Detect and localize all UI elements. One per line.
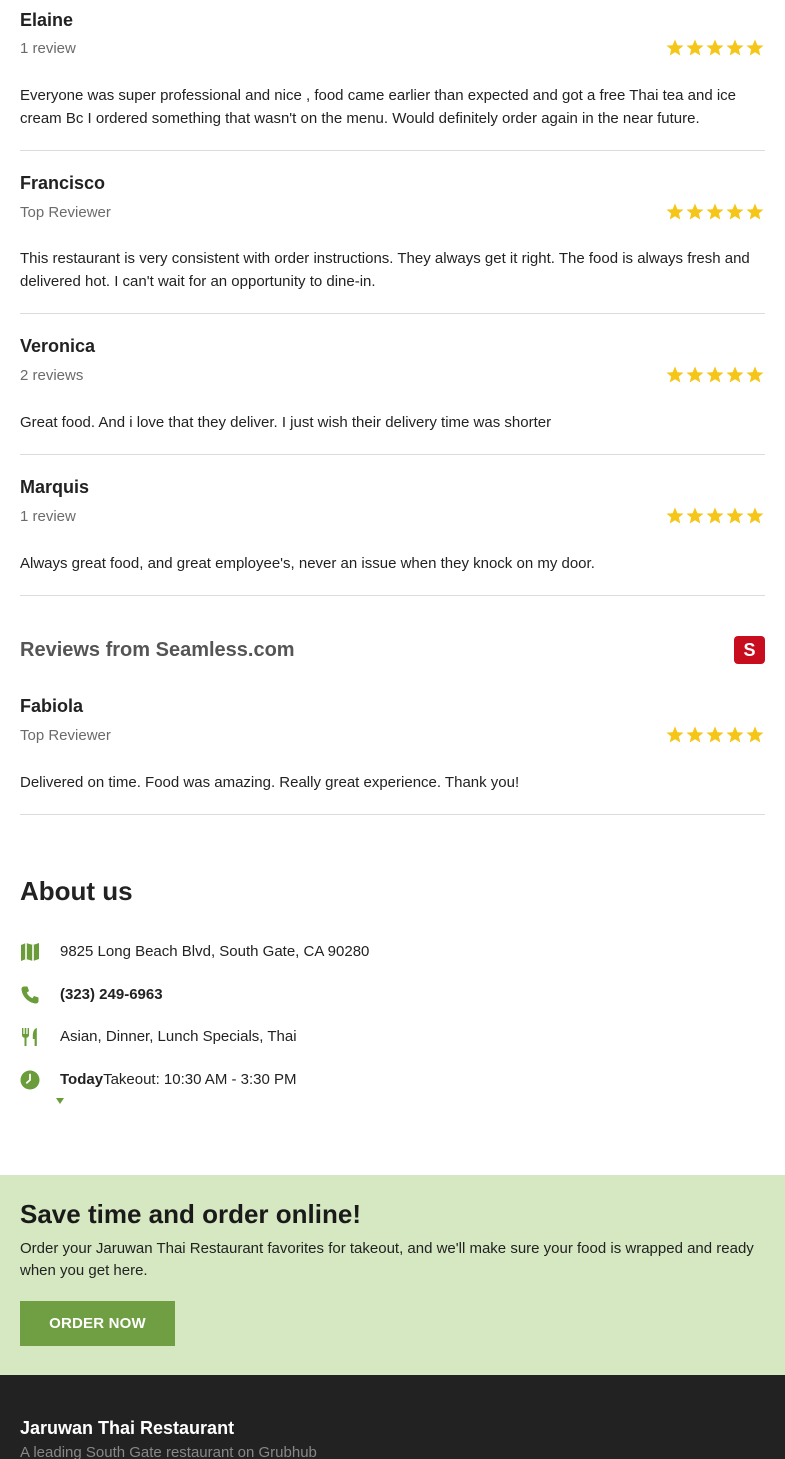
review-card: Elaine 1 review Everyone was super profe… xyxy=(20,0,765,151)
rating-stars xyxy=(665,506,765,526)
phone-row[interactable]: (323) 249-6963 xyxy=(20,985,163,1005)
star-icon xyxy=(746,366,764,383)
star-icon xyxy=(726,366,744,383)
reviewer-meta: Top Reviewer xyxy=(20,204,111,221)
address-text: 9825 Long Beach Blvd, South Gate, CA 902… xyxy=(60,943,370,960)
star-icon xyxy=(686,507,704,524)
review-text: Always great food, and great employee's,… xyxy=(20,555,595,572)
star-icon xyxy=(706,366,724,383)
star-icon xyxy=(666,507,684,524)
phone-link[interactable]: (323) 249-6963 xyxy=(60,986,163,1003)
map-icon xyxy=(21,943,39,961)
star-icon xyxy=(706,726,724,743)
cuisine-text: Asian, Dinner, Lunch Specials, Thai xyxy=(60,1028,297,1045)
star-icon xyxy=(726,39,744,56)
clock-icon xyxy=(20,1070,40,1090)
seamless-reviews-title: Reviews from Seamless.com xyxy=(20,639,295,661)
reviewer-name: Francisco xyxy=(20,173,106,193)
footer: Jaruwan Thai Restaurant A leading South … xyxy=(0,1375,785,1459)
seamless-reviews-header: Reviews from Seamless.com S xyxy=(20,630,765,670)
rating-stars xyxy=(665,202,765,222)
star-icon xyxy=(726,507,744,524)
star-icon xyxy=(746,507,764,524)
phone-icon xyxy=(21,986,39,1004)
cta-heading: Save time and order online! xyxy=(20,1199,361,1229)
reviewer-meta: 1 review xyxy=(20,40,76,57)
star-icon xyxy=(666,366,684,383)
seamless-logo-icon: S xyxy=(734,636,765,664)
footer-tagline: A leading South Gate restaurant on Grubh… xyxy=(20,1444,317,1459)
hours-text: TodayTakeout: 10:30 AM - 3:30 PM xyxy=(60,1071,297,1088)
hours-row[interactable]: TodayTakeout: 10:30 AM - 3:30 PM xyxy=(20,1070,297,1090)
review-card: Veronica 2 reviews Great food. And i lov… xyxy=(20,314,765,455)
star-icon xyxy=(726,726,744,743)
hours-value: Takeout: 10:30 AM - 3:30 PM xyxy=(103,1071,297,1088)
hours-expand-caret-icon[interactable] xyxy=(56,1098,64,1104)
hours-day-label: Today xyxy=(60,1071,104,1088)
review-card: Francisco Top Reviewer This restaurant i… xyxy=(20,151,765,314)
review-text: Great food. And i love that they deliver… xyxy=(20,414,552,431)
reviewer-name: Fabiola xyxy=(20,696,84,716)
address-row[interactable]: 9825 Long Beach Blvd, South Gate, CA 902… xyxy=(20,942,369,962)
order-online-banner: Save time and order online! Order your J… xyxy=(0,1175,785,1375)
star-icon xyxy=(666,39,684,56)
reviewer-name: Marquis xyxy=(20,477,90,497)
footer-restaurant-name: Jaruwan Thai Restaurant xyxy=(20,1418,235,1438)
star-icon xyxy=(666,203,684,220)
cta-text: Order your Jaruwan Thai Restaurant favor… xyxy=(20,1240,754,1279)
reviews-list: Elaine 1 review Everyone was super profe… xyxy=(0,0,785,596)
star-icon xyxy=(686,366,704,383)
rating-stars xyxy=(665,365,765,385)
reviewer-meta: Top Reviewer xyxy=(20,727,111,744)
star-icon xyxy=(706,203,724,220)
fork-knife-icon xyxy=(22,1028,37,1046)
cuisine-row: Asian, Dinner, Lunch Specials, Thai xyxy=(20,1027,297,1047)
star-icon xyxy=(726,203,744,220)
star-icon xyxy=(666,726,684,743)
rating-stars xyxy=(665,38,765,58)
star-icon xyxy=(686,726,704,743)
review-text: Everyone was super professional and nice… xyxy=(20,87,737,127)
about-section: About us 9825 Long Beach Blvd, South Gat… xyxy=(20,876,765,1090)
star-icon xyxy=(706,39,724,56)
order-now-button[interactable]: ORDER NOW xyxy=(20,1301,175,1346)
rating-stars xyxy=(665,725,765,745)
star-icon xyxy=(686,203,704,220)
star-icon xyxy=(746,726,764,743)
review-text: Delivered on time. Food was amazing. Rea… xyxy=(20,774,520,791)
reviewer-name: Elaine xyxy=(20,10,74,30)
star-icon xyxy=(686,39,704,56)
reviewer-name: Veronica xyxy=(20,336,96,356)
star-icon xyxy=(746,203,764,220)
review-text: This restaurant is very consistent with … xyxy=(20,250,750,290)
star-icon xyxy=(746,39,764,56)
star-icon xyxy=(706,507,724,524)
review-card: Marquis 1 review Always great food, and … xyxy=(20,455,765,596)
review-card: Fabiola Top Reviewer Delivered on time. … xyxy=(20,675,765,815)
reviewer-meta: 2 reviews xyxy=(20,367,84,384)
about-heading: About us xyxy=(20,876,133,906)
seamless-reviews-list: Fabiola Top Reviewer Delivered on time. … xyxy=(0,675,785,815)
reviewer-meta: 1 review xyxy=(20,508,76,525)
